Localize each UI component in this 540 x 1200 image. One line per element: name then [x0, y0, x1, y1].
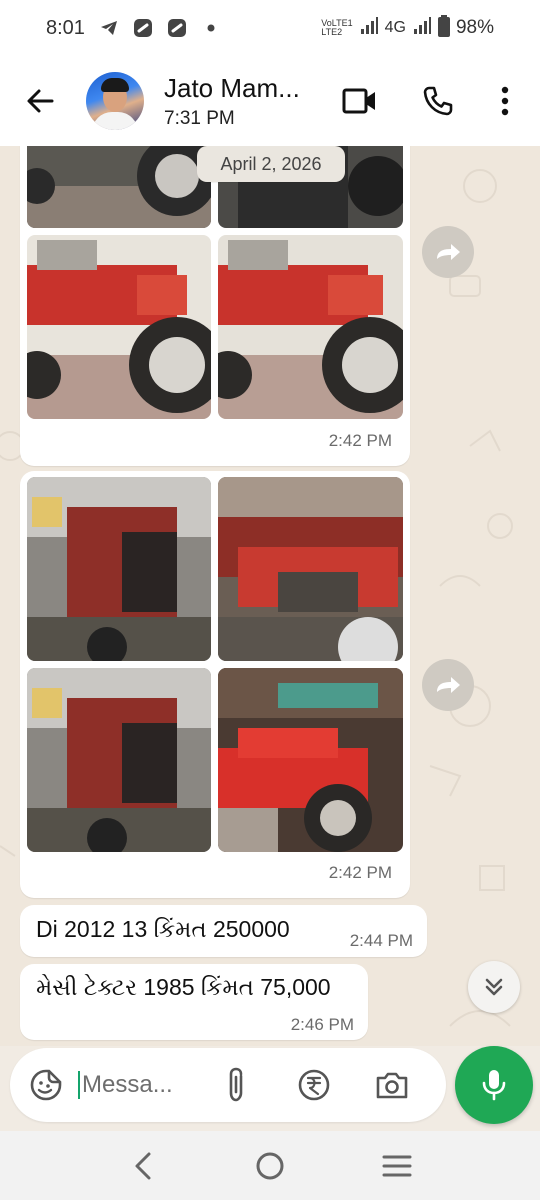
nav-home-button[interactable] [245, 1141, 295, 1191]
status-time: 8:01 [46, 16, 85, 39]
video-call-icon [342, 88, 375, 114]
photo-thumbnail[interactable] [27, 235, 211, 419]
sticker-button[interactable] [26, 1065, 66, 1105]
message-input[interactable] [78, 1071, 196, 1099]
voice-call-button[interactable] [412, 75, 464, 127]
phone-icon [423, 86, 453, 116]
photo-thumbnail[interactable] [218, 235, 403, 419]
photo-thumbnail[interactable] [218, 477, 403, 661]
more-options-button[interactable] [490, 75, 520, 127]
back-arrow-icon [27, 89, 54, 113]
network-label: 4G [384, 19, 406, 36]
sticker-icon [30, 1069, 62, 1101]
contact-name: Jato Mam... [164, 72, 300, 103]
photo-message[interactable]: 2:42 PM [20, 471, 410, 898]
forward-button-2[interactable] [422, 659, 474, 711]
photo-thumbnail[interactable] [27, 146, 211, 228]
signal-icon [359, 16, 379, 41]
dot-icon [201, 18, 221, 38]
status-bar: 8:01 VoLTE1 LTE2 4G 98% [0, 0, 540, 56]
photo-message[interactable]: 2:42 PM [20, 146, 410, 466]
app-icon [133, 18, 153, 38]
chat-header: Jato Mam... 7:31 PM [0, 56, 540, 146]
telegram-icon [99, 18, 119, 38]
app-icon-2 [167, 18, 187, 38]
contact-info[interactable]: Jato Mam... 7:31 PM [164, 73, 300, 130]
forward-icon [437, 244, 460, 260]
avatar[interactable] [86, 72, 144, 130]
last-seen: 7:31 PM [164, 107, 235, 129]
message-text: મેસી ટેક્ટર 1985 કિંમત 75,000 [36, 974, 331, 1000]
message-time: 2:46 PM [290, 1015, 354, 1034]
paperclip-icon [229, 1067, 243, 1102]
forward-icon [437, 677, 460, 693]
home-circle-icon [256, 1152, 284, 1179]
more-vert-icon [501, 86, 509, 116]
text-message[interactable]: મેસી ટેક્ટર 1985 કિંમત 75,000 2:46 PM [20, 964, 368, 1040]
message-composer [10, 1048, 446, 1122]
forward-button[interactable] [422, 226, 474, 278]
video-call-button[interactable] [334, 75, 386, 127]
system-nav-bar [0, 1131, 540, 1200]
voice-message-button[interactable] [455, 1046, 533, 1124]
message-time: 2:42 PM [328, 863, 392, 882]
nav-recents-button[interactable] [372, 1141, 422, 1191]
camera-icon [376, 1072, 408, 1099]
date-chip: April 2, 2026 [197, 146, 345, 182]
attach-button[interactable] [216, 1065, 256, 1105]
battery-percent: 98% [455, 17, 494, 38]
battery-icon [437, 14, 450, 42]
message-time: 2:44 PM [349, 931, 413, 950]
rupee-icon [298, 1069, 330, 1101]
volte-label: VoLTE1 LTE2 [321, 18, 353, 37]
scroll-to-bottom-button[interactable] [468, 961, 520, 1013]
microphone-icon [482, 1070, 506, 1101]
chat-area[interactable]: 2:42 PM April 2, 2026 2:42 PM Di 2012 13… [0, 146, 540, 1046]
signal-icon-2 [412, 16, 432, 41]
double-chevron-down-icon [485, 978, 503, 996]
photo-thumbnail[interactable] [27, 477, 211, 661]
payment-button[interactable] [294, 1065, 334, 1105]
message-time: 2:42 PM [328, 431, 392, 450]
photo-thumbnail[interactable] [218, 668, 403, 852]
back-button[interactable] [20, 81, 60, 121]
chevron-left-icon [135, 1152, 151, 1179]
photo-thumbnail[interactable] [27, 668, 211, 852]
nav-back-button[interactable] [118, 1141, 168, 1191]
menu-lines-icon [382, 1155, 412, 1176]
message-text: Di 2012 13 કિંમત 250000 [36, 916, 290, 942]
text-message[interactable]: Di 2012 13 કિંમત 250000 2:44 PM [20, 905, 427, 957]
camera-button[interactable] [372, 1065, 412, 1105]
